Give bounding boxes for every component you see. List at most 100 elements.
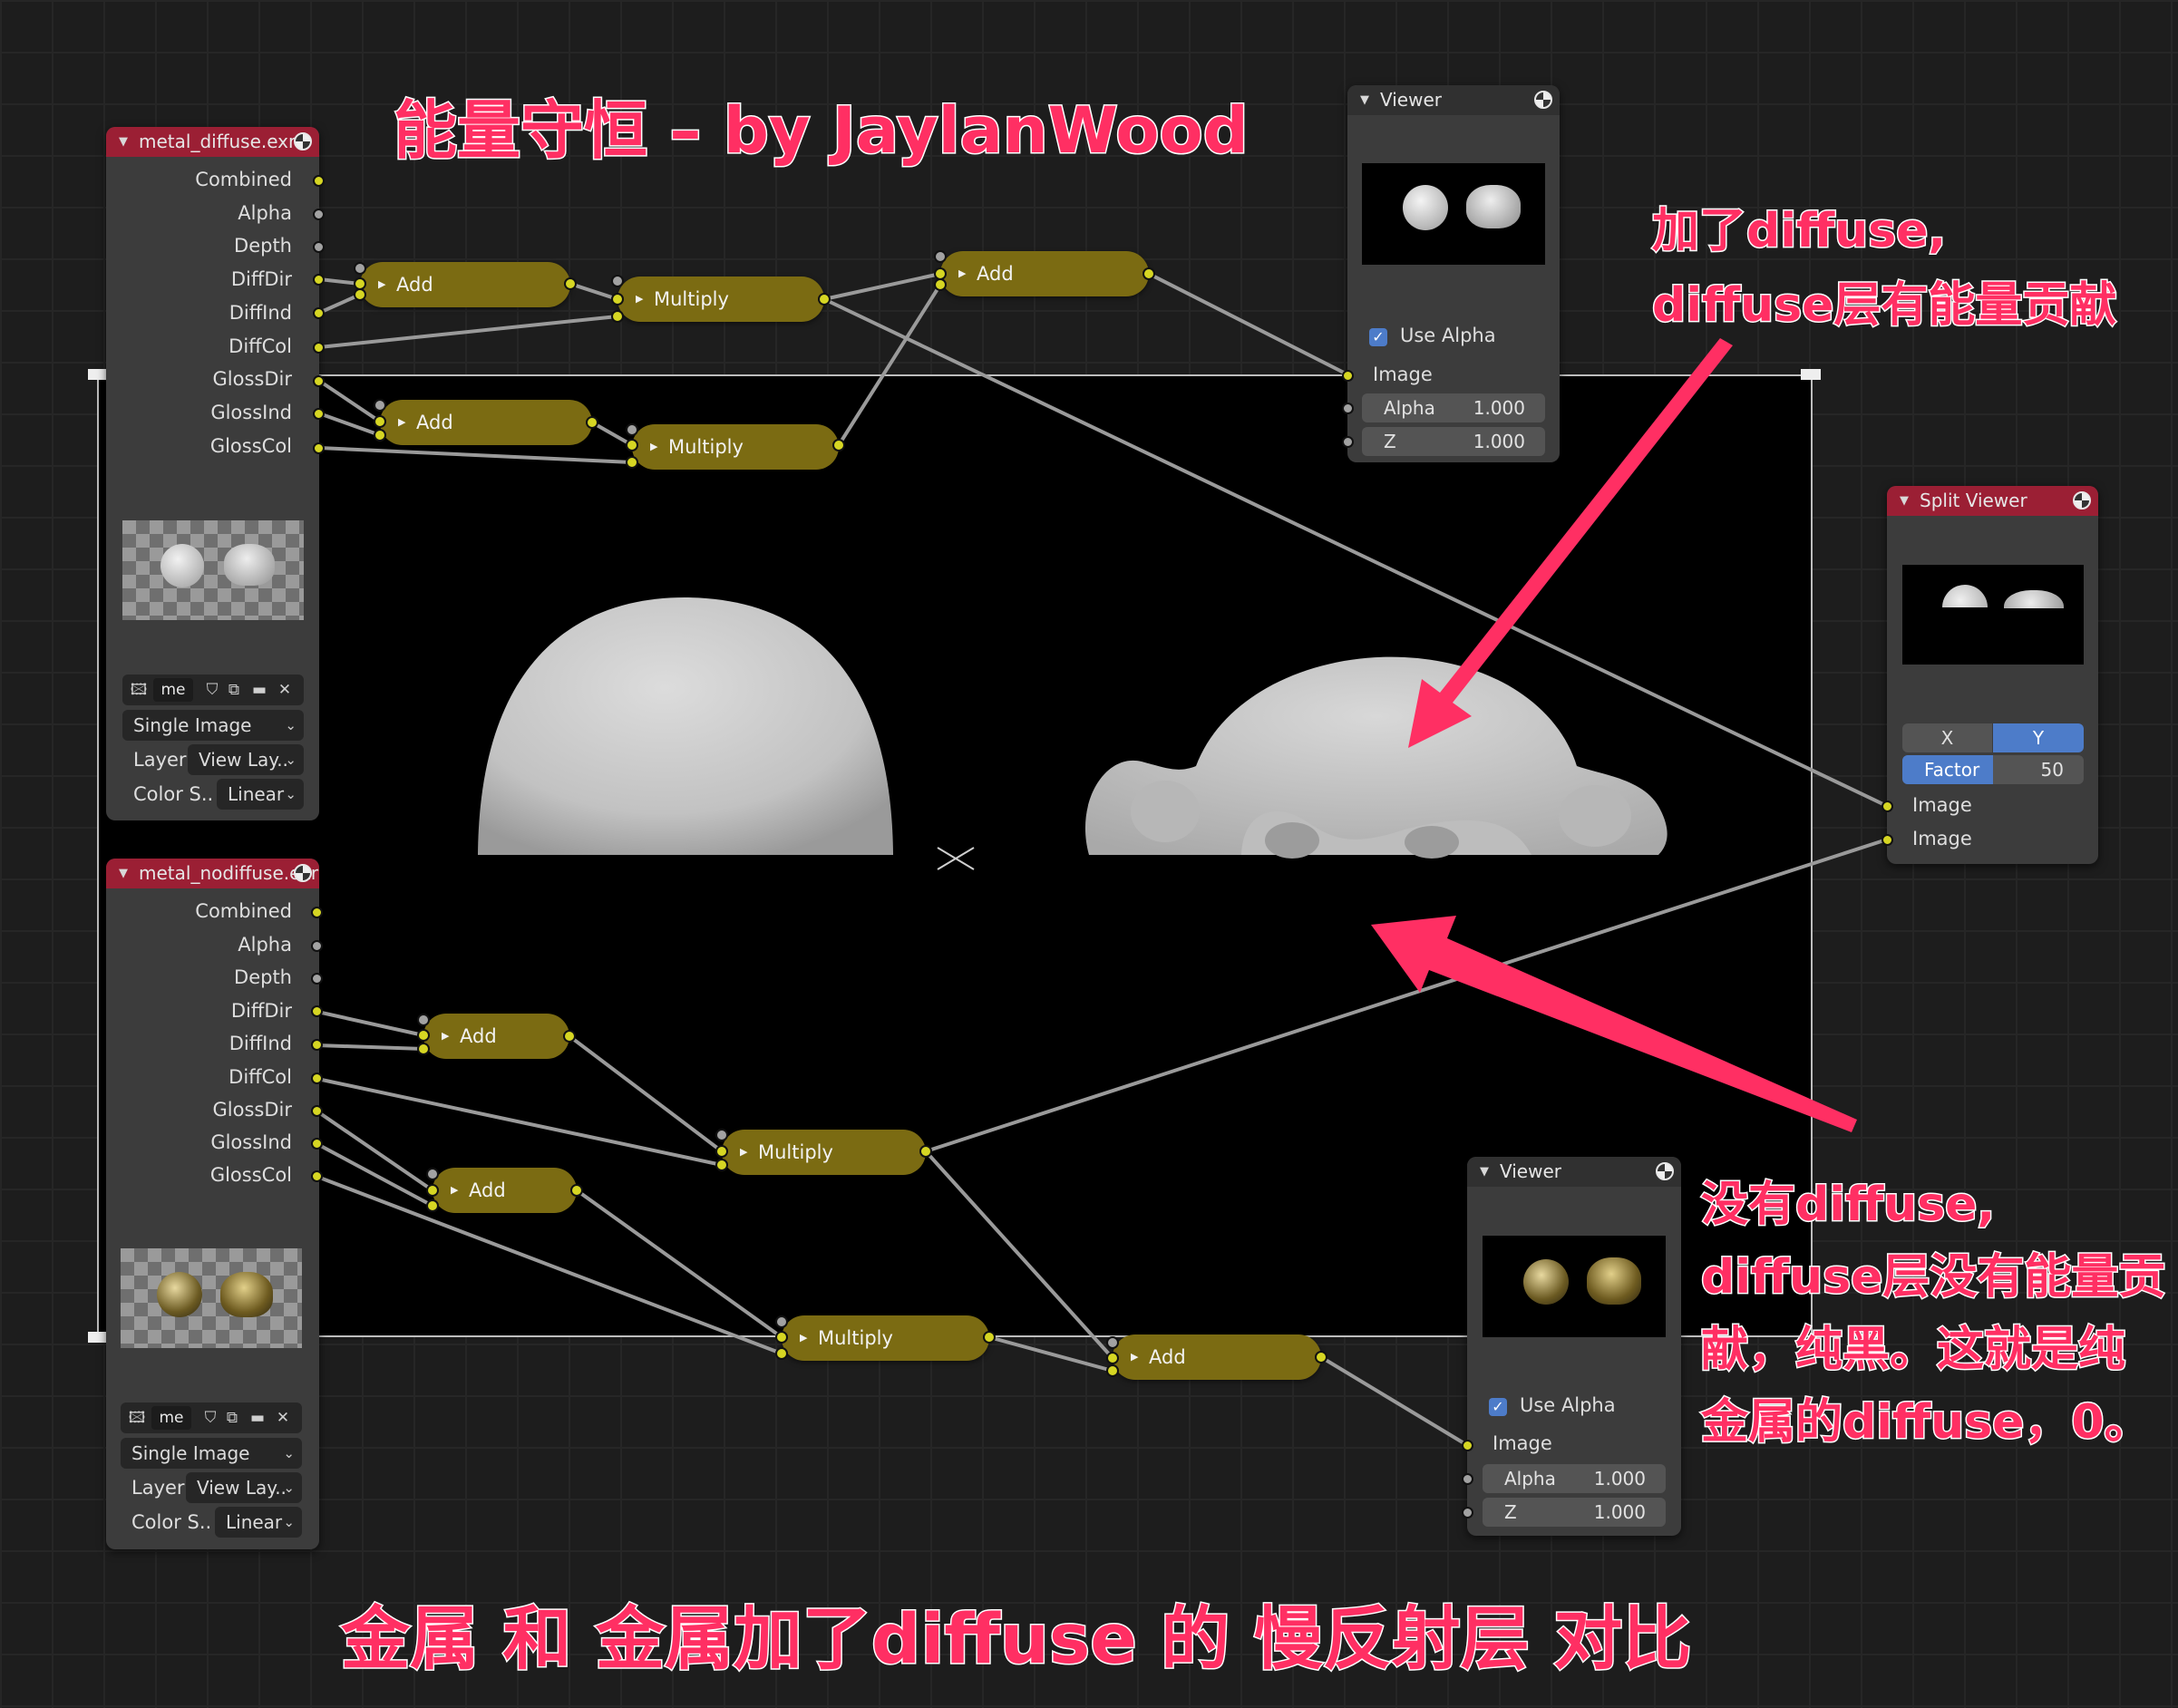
axis-x-button[interactable]: X	[1902, 723, 1992, 752]
collapse-arrow-icon[interactable]: ▶	[636, 277, 643, 322]
image-selector-row[interactable]: 🖾 me ⛉ ⧉ ▬ ✕	[122, 674, 304, 705]
image-node-header[interactable]: ▼ metal_nodiffuse.exr	[106, 859, 319, 888]
collapse-arrow-icon[interactable]: ▼	[1480, 1157, 1489, 1187]
socket-glossind[interactable]	[313, 408, 325, 420]
math-node-multiply[interactable]: ▶ Multiply	[782, 1315, 989, 1361]
checkbox-icon[interactable]: ✓	[1489, 1398, 1507, 1416]
image-icon[interactable]: 🖾	[126, 678, 151, 702]
collapse-arrow-icon[interactable]: ▶	[650, 424, 657, 470]
close-icon[interactable]: ✕	[271, 1406, 295, 1430]
socket-image-input-1[interactable]	[1881, 801, 1893, 812]
math-node-multiply[interactable]: ▶ Multiply	[617, 277, 824, 322]
image-thumbnail	[121, 1248, 302, 1348]
image-selector-row[interactable]: 🖾 me ⛉ ⧉ ▬ ✕	[121, 1402, 302, 1433]
viewer-node-header[interactable]: ▼ Viewer	[1347, 85, 1560, 115]
collapse-arrow-icon[interactable]: ▶	[451, 1168, 458, 1213]
duplicate-icon[interactable]: ⧉	[222, 1406, 242, 1430]
duplicate-icon[interactable]: ⧉	[224, 678, 244, 702]
shield-icon[interactable]: ⛉	[200, 1406, 220, 1430]
alpha-slider[interactable]: Alpha 1.000	[1362, 393, 1545, 422]
socket-diffdir[interactable]	[313, 274, 325, 286]
checkbox-icon[interactable]: ✓	[1369, 328, 1387, 346]
viewer-node-header[interactable]: ▼ Viewer	[1467, 1157, 1681, 1187]
socket-depth[interactable]	[313, 241, 325, 253]
layer-dropdown[interactable]: View Lay.. ⌄	[188, 744, 304, 775]
folder-icon[interactable]: ▬	[246, 1406, 269, 1430]
collapse-arrow-icon[interactable]: ▶	[1131, 1334, 1138, 1380]
socket-alpha[interactable]	[313, 209, 325, 220]
math-node-add[interactable]: ▶ Add	[423, 1014, 569, 1059]
image-node-header[interactable]: ▼ metal_diffuse.exr	[106, 127, 319, 157]
image-node-metal-diffuse[interactable]: ▼ metal_diffuse.exr Combined Alpha Depth…	[106, 127, 325, 820]
z-value: 1.000	[1593, 1501, 1646, 1523]
collapse-arrow-icon[interactable]: ▼	[119, 127, 128, 157]
math-node-add[interactable]: ▶ Add	[940, 251, 1149, 296]
collapse-arrow-icon[interactable]: ▼	[119, 859, 128, 888]
socket-image-input[interactable]	[1342, 370, 1354, 382]
collapse-arrow-icon[interactable]: ▶	[442, 1014, 449, 1059]
socket-depth[interactable]	[311, 973, 323, 985]
math-node-multiply[interactable]: ▶ Multiply	[722, 1130, 926, 1175]
socket-glossind[interactable]	[311, 1138, 323, 1150]
collapse-arrow-icon[interactable]: ▶	[740, 1130, 747, 1175]
source-dropdown[interactable]: Single Image ⌄	[121, 1438, 302, 1469]
socket-combined[interactable]	[311, 907, 323, 918]
image-name-field[interactable]: me	[151, 1406, 191, 1430]
close-icon[interactable]: ✕	[273, 678, 297, 702]
socket-glossdir[interactable]	[311, 1105, 323, 1117]
annotation-bottom-right-line-1: 没有diffuse,	[1699, 1177, 1996, 1234]
backdrop-handle-bottom-left[interactable]	[88, 1332, 108, 1343]
layer-dropdown[interactable]: View Lay.. ⌄	[186, 1472, 302, 1503]
z-slider[interactable]: Z 1.000	[1362, 427, 1545, 456]
alpha-slider[interactable]: Alpha 1.000	[1483, 1464, 1666, 1493]
socket-diffind[interactable]	[313, 307, 325, 319]
socket-alpha-input[interactable]	[1342, 403, 1354, 414]
image-node-metal-nodiffuse[interactable]: ▼ metal_nodiffuse.exr Combined Alpha Dep…	[106, 859, 323, 1549]
factor-slider[interactable]: Factor 50	[1902, 755, 2084, 784]
socket-alpha[interactable]	[311, 940, 323, 952]
axis-y-button[interactable]: Y	[1993, 723, 2084, 752]
math-node-add[interactable]: ▶ Add	[380, 400, 592, 445]
socket-diffcol[interactable]	[311, 1072, 323, 1084]
viewer-node-bottom[interactable]: ▼ Viewer ✓ Use Alpha Image Alpha 1.000 Z…	[1462, 1157, 1681, 1536]
collapse-arrow-icon[interactable]: ▼	[1360, 85, 1369, 115]
socket-alpha-input[interactable]	[1462, 1473, 1473, 1485]
split-viewer-node[interactable]: ▼ Split Viewer X Y Factor 50 Image Image	[1881, 486, 2098, 864]
socket-glosscol[interactable]	[313, 442, 325, 454]
image-icon[interactable]: 🖾	[124, 1406, 150, 1430]
backdrop-handle-top-left[interactable]	[88, 369, 108, 380]
collapse-arrow-icon[interactable]: ▶	[958, 251, 966, 296]
socket-diffind[interactable]	[311, 1039, 323, 1051]
alpha-value: 1.000	[1473, 397, 1525, 419]
z-slider[interactable]: Z 1.000	[1483, 1498, 1666, 1527]
math-node-add[interactable]: ▶ Add	[433, 1168, 577, 1213]
math-node-add[interactable]: ▶ Add	[1113, 1334, 1321, 1380]
collapse-arrow-icon[interactable]: ▶	[800, 1315, 807, 1361]
socket-combined[interactable]	[313, 175, 325, 187]
node-editor-canvas[interactable]: ▼ metal_diffuse.exr Combined Alpha Depth…	[0, 0, 2178, 1708]
socket-z-input[interactable]	[1342, 436, 1354, 448]
socket-diffdir[interactable]	[311, 1005, 323, 1017]
image-name-field[interactable]: me	[153, 678, 193, 702]
collapse-arrow-icon[interactable]: ▼	[1900, 486, 1909, 516]
colorspace-dropdown[interactable]: Linear ⌄	[217, 779, 304, 810]
math-node-multiply[interactable]: ▶ Multiply	[632, 424, 839, 470]
socket-glossdir[interactable]	[313, 375, 325, 387]
chevron-down-icon: ⌄	[285, 786, 297, 802]
backdrop-handle-top-right[interactable]	[1801, 369, 1821, 380]
math-node-add[interactable]: ▶ Add	[360, 262, 570, 307]
source-dropdown[interactable]: Single Image ⌄	[122, 710, 304, 741]
socket-image-input-2[interactable]	[1881, 834, 1893, 846]
socket-image-input[interactable]	[1462, 1440, 1473, 1451]
collapse-arrow-icon[interactable]: ▶	[378, 262, 385, 307]
collapse-arrow-icon[interactable]: ▶	[398, 400, 405, 445]
socket-glosscol[interactable]	[311, 1170, 323, 1182]
socket-z-input[interactable]	[1462, 1507, 1473, 1519]
shield-icon[interactable]: ⛉	[202, 678, 222, 702]
socket-diffcol[interactable]	[313, 342, 325, 354]
colorspace-dropdown[interactable]: Linear ⌄	[215, 1507, 302, 1538]
folder-icon[interactable]: ▬	[248, 678, 271, 702]
viewer-node-top[interactable]: ▼ Viewer ✓ Use Alpha Image Alpha 1.000 Z…	[1342, 85, 1560, 462]
output-glosscol: GlossCol	[209, 1164, 292, 1186]
split-viewer-header[interactable]: ▼ Split Viewer	[1887, 486, 2098, 516]
